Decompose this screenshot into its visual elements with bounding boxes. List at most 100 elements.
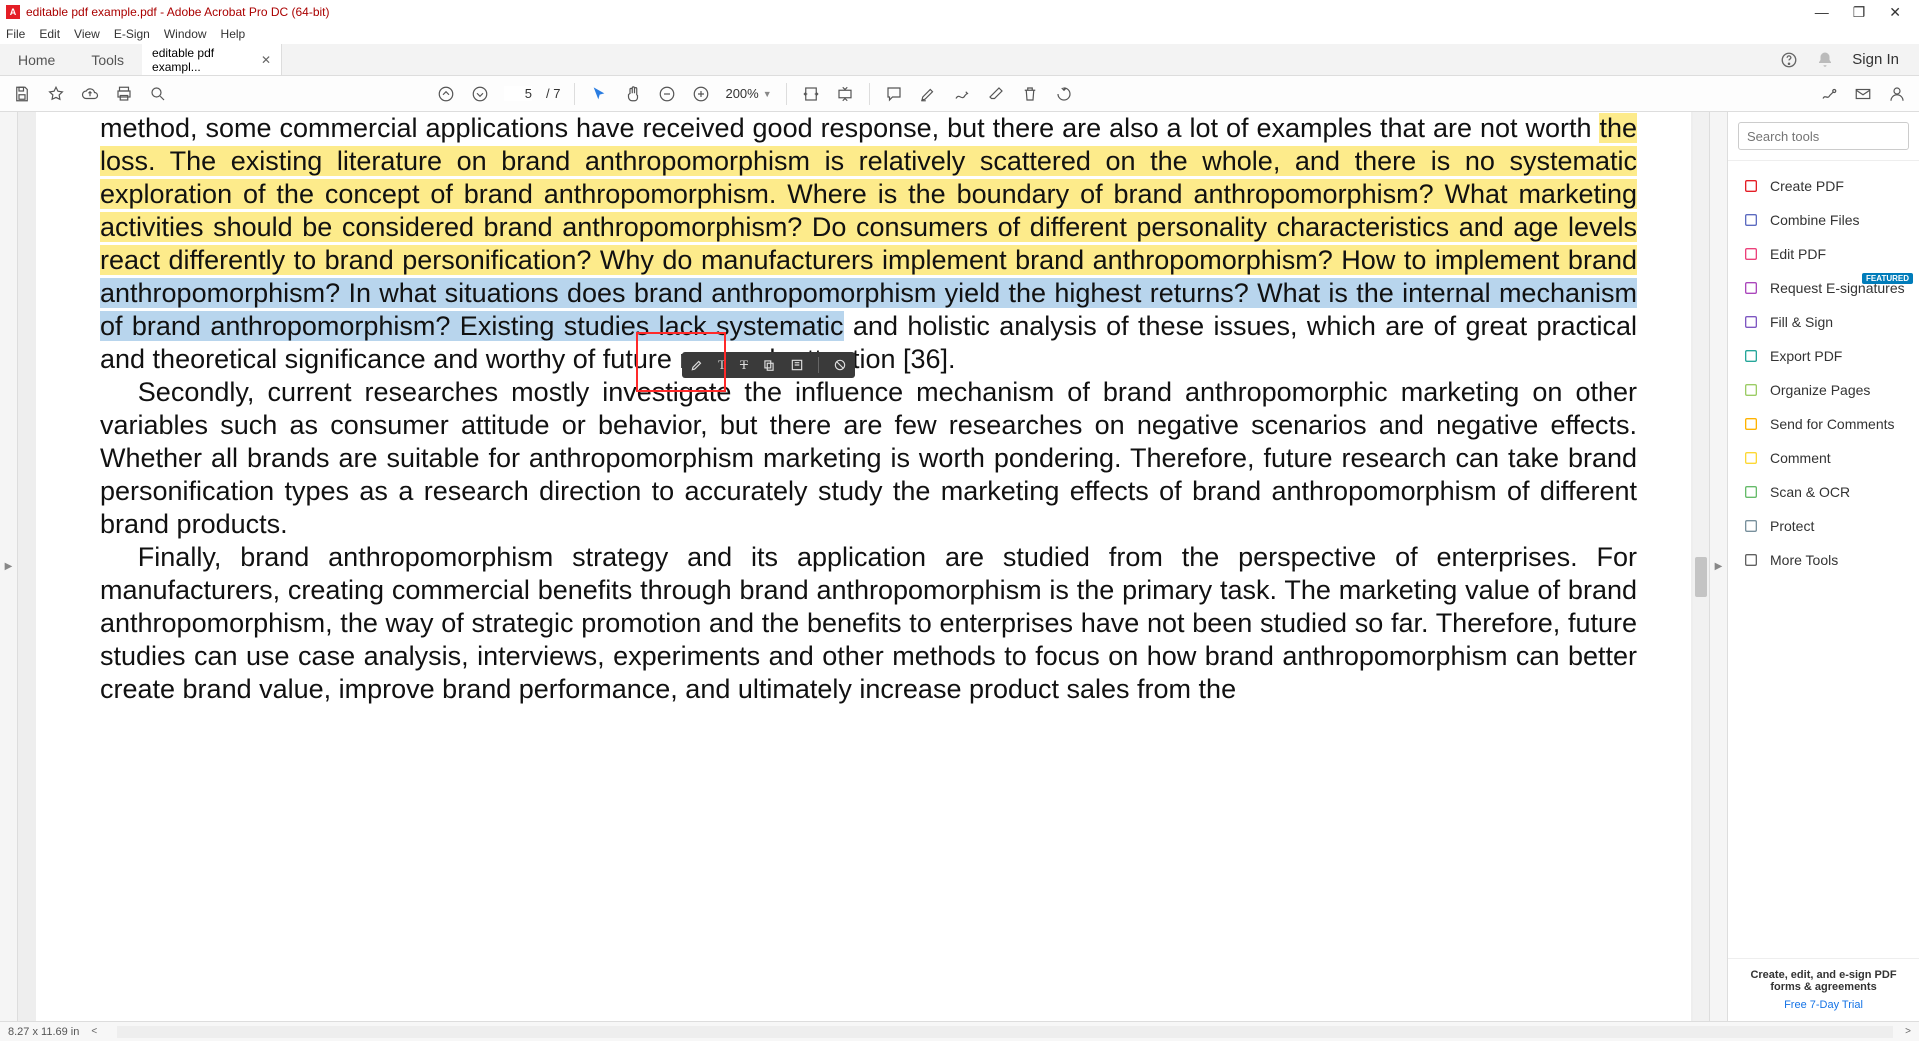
tool-item-send-for-comments[interactable]: Send for Comments (1728, 407, 1919, 441)
title-bar: A editable pdf example.pdf - Adobe Acrob… (0, 0, 1919, 24)
menu-file[interactable]: File (6, 27, 25, 41)
page-number-input[interactable] (504, 86, 532, 101)
tool-item-export-pdf[interactable]: Export PDF (1728, 339, 1919, 373)
sign-in-button[interactable]: Sign In (1852, 51, 1899, 68)
tool-item-label: Comment (1770, 450, 1831, 466)
tools-pane: Create PDF Combine Files Edit PDF Request E… (1727, 112, 1919, 1021)
doc-p2: Secondly, current researches mostly inve… (100, 376, 1637, 541)
help-icon[interactable] (1780, 51, 1798, 69)
underline-icon[interactable]: T (718, 357, 726, 373)
scroll-left-icon[interactable]: < (91, 1026, 97, 1037)
fit-width-icon[interactable] (801, 84, 821, 104)
strikethrough-icon[interactable]: T (740, 357, 748, 373)
free-trial-link[interactable]: Free 7-Day Trial (1736, 999, 1911, 1011)
menu-view[interactable]: View (74, 27, 100, 41)
tool-item-label: Send for Comments (1770, 416, 1895, 432)
tool-icon (1742, 517, 1760, 535)
tool-item-scan-ocr[interactable]: Scan & OCR (1728, 475, 1919, 509)
selection-toolbar: T T (682, 352, 855, 378)
tool-item-protect[interactable]: Protect (1728, 509, 1919, 543)
tool-item-combine-files[interactable]: Combine Files (1728, 203, 1919, 237)
main-area: ▶ method, some commercial applications h… (0, 112, 1919, 1021)
app-icon: A (6, 5, 20, 19)
tool-item-label: Combine Files (1770, 212, 1859, 228)
highlight-selection-icon[interactable] (690, 358, 704, 372)
document-viewport[interactable]: method, some commercial applications hav… (18, 112, 1709, 1021)
window-minimize-icon[interactable]: — (1815, 4, 1829, 21)
save-icon[interactable] (12, 84, 32, 104)
tools-footer: Create, edit, and e-sign PDF forms & agr… (1728, 958, 1919, 1021)
zoom-level-dropdown[interactable]: 200%▼ (725, 86, 771, 101)
tool-icon (1742, 551, 1760, 569)
fit-page-icon[interactable] (835, 84, 855, 104)
tab-home[interactable]: Home (0, 44, 73, 75)
email-icon[interactable] (1853, 84, 1873, 104)
draw-icon[interactable] (952, 84, 972, 104)
menu-help[interactable]: Help (221, 27, 246, 41)
highlight-icon[interactable] (918, 84, 938, 104)
tool-icon (1742, 313, 1760, 331)
chevron-right-icon: ▶ (1715, 561, 1723, 572)
erase-icon[interactable] (986, 84, 1006, 104)
notifications-icon[interactable] (1816, 51, 1834, 69)
menu-bar: File Edit View E-Sign Window Help (0, 24, 1919, 44)
rotate-icon[interactable] (1054, 84, 1074, 104)
tool-item-edit-pdf[interactable]: Edit PDF (1728, 237, 1919, 271)
footer-line1: Create, edit, and e-sign PDF (1736, 969, 1911, 981)
tool-icon (1742, 381, 1760, 399)
page-up-icon[interactable] (436, 84, 456, 104)
star-icon[interactable] (46, 84, 66, 104)
tool-icon (1742, 347, 1760, 365)
tool-item-create-pdf[interactable]: Create PDF (1728, 169, 1919, 203)
comment-icon[interactable] (884, 84, 904, 104)
people-icon[interactable] (1887, 84, 1907, 104)
zoom-out-icon[interactable] (657, 84, 677, 104)
tool-item-fill-sign[interactable]: Fill & Sign (1728, 305, 1919, 339)
select-tool-icon[interactable] (589, 84, 609, 104)
menu-window[interactable]: Window (164, 27, 207, 41)
document-text[interactable]: method, some commercial applications hav… (100, 112, 1637, 1021)
tool-icon (1742, 211, 1760, 229)
tab-close-icon[interactable]: ✕ (261, 53, 271, 67)
window-maximize-icon[interactable]: ❐ (1853, 4, 1866, 21)
vertical-scrollbar[interactable] (1693, 112, 1709, 1021)
tab-document[interactable]: editable pdf exampl... ✕ (142, 44, 282, 75)
menu-esign[interactable]: E-Sign (114, 27, 150, 41)
tool-list: Create PDF Combine Files Edit PDF Request E… (1728, 161, 1919, 958)
tool-icon (1742, 245, 1760, 263)
right-gutter[interactable]: ▶ (1709, 112, 1727, 1021)
menu-edit[interactable]: Edit (39, 27, 60, 41)
tool-item-label: Organize Pages (1770, 382, 1870, 398)
delete-icon[interactable] (1020, 84, 1040, 104)
tool-item-comment[interactable]: Comment (1728, 441, 1919, 475)
search-tools-input[interactable] (1738, 122, 1909, 150)
hand-tool-icon[interactable] (623, 84, 643, 104)
sign-icon[interactable] (1819, 84, 1839, 104)
left-gutter[interactable]: ▶ (0, 112, 18, 1021)
zoom-in-icon[interactable] (691, 84, 711, 104)
tool-item-organize-pages[interactable]: Organize Pages (1728, 373, 1919, 407)
tool-item-label: More Tools (1770, 552, 1838, 568)
tool-item-label: Export PDF (1770, 348, 1842, 364)
scroll-right-icon[interactable]: > (1905, 1026, 1911, 1037)
print-icon[interactable] (114, 84, 134, 104)
tool-icon (1742, 415, 1760, 433)
scrollbar-thumb[interactable] (1695, 557, 1707, 597)
tab-document-label: editable pdf exampl... (152, 46, 255, 74)
search-icon[interactable] (148, 84, 168, 104)
page-total-label: / 7 (546, 86, 560, 101)
tool-item-label: Edit PDF (1770, 246, 1826, 262)
featured-badge: FEATURED (1862, 273, 1913, 284)
horizontal-scrollbar[interactable] (117, 1026, 1893, 1038)
page-down-icon[interactable] (470, 84, 490, 104)
redact-icon[interactable] (833, 358, 847, 372)
tool-item-label: Scan & OCR (1770, 484, 1850, 500)
window-close-icon[interactable]: ✕ (1889, 4, 1901, 21)
edit-text-icon[interactable] (790, 358, 804, 372)
tool-item-label: Protect (1770, 518, 1814, 534)
tab-tools[interactable]: Tools (73, 44, 142, 75)
cloud-upload-icon[interactable] (80, 84, 100, 104)
tool-item-request-e-signatures[interactable]: Request E-signaturesFEATURED (1728, 271, 1919, 305)
copy-icon[interactable] (762, 358, 776, 372)
tool-item-more-tools[interactable]: More Tools (1728, 543, 1919, 577)
